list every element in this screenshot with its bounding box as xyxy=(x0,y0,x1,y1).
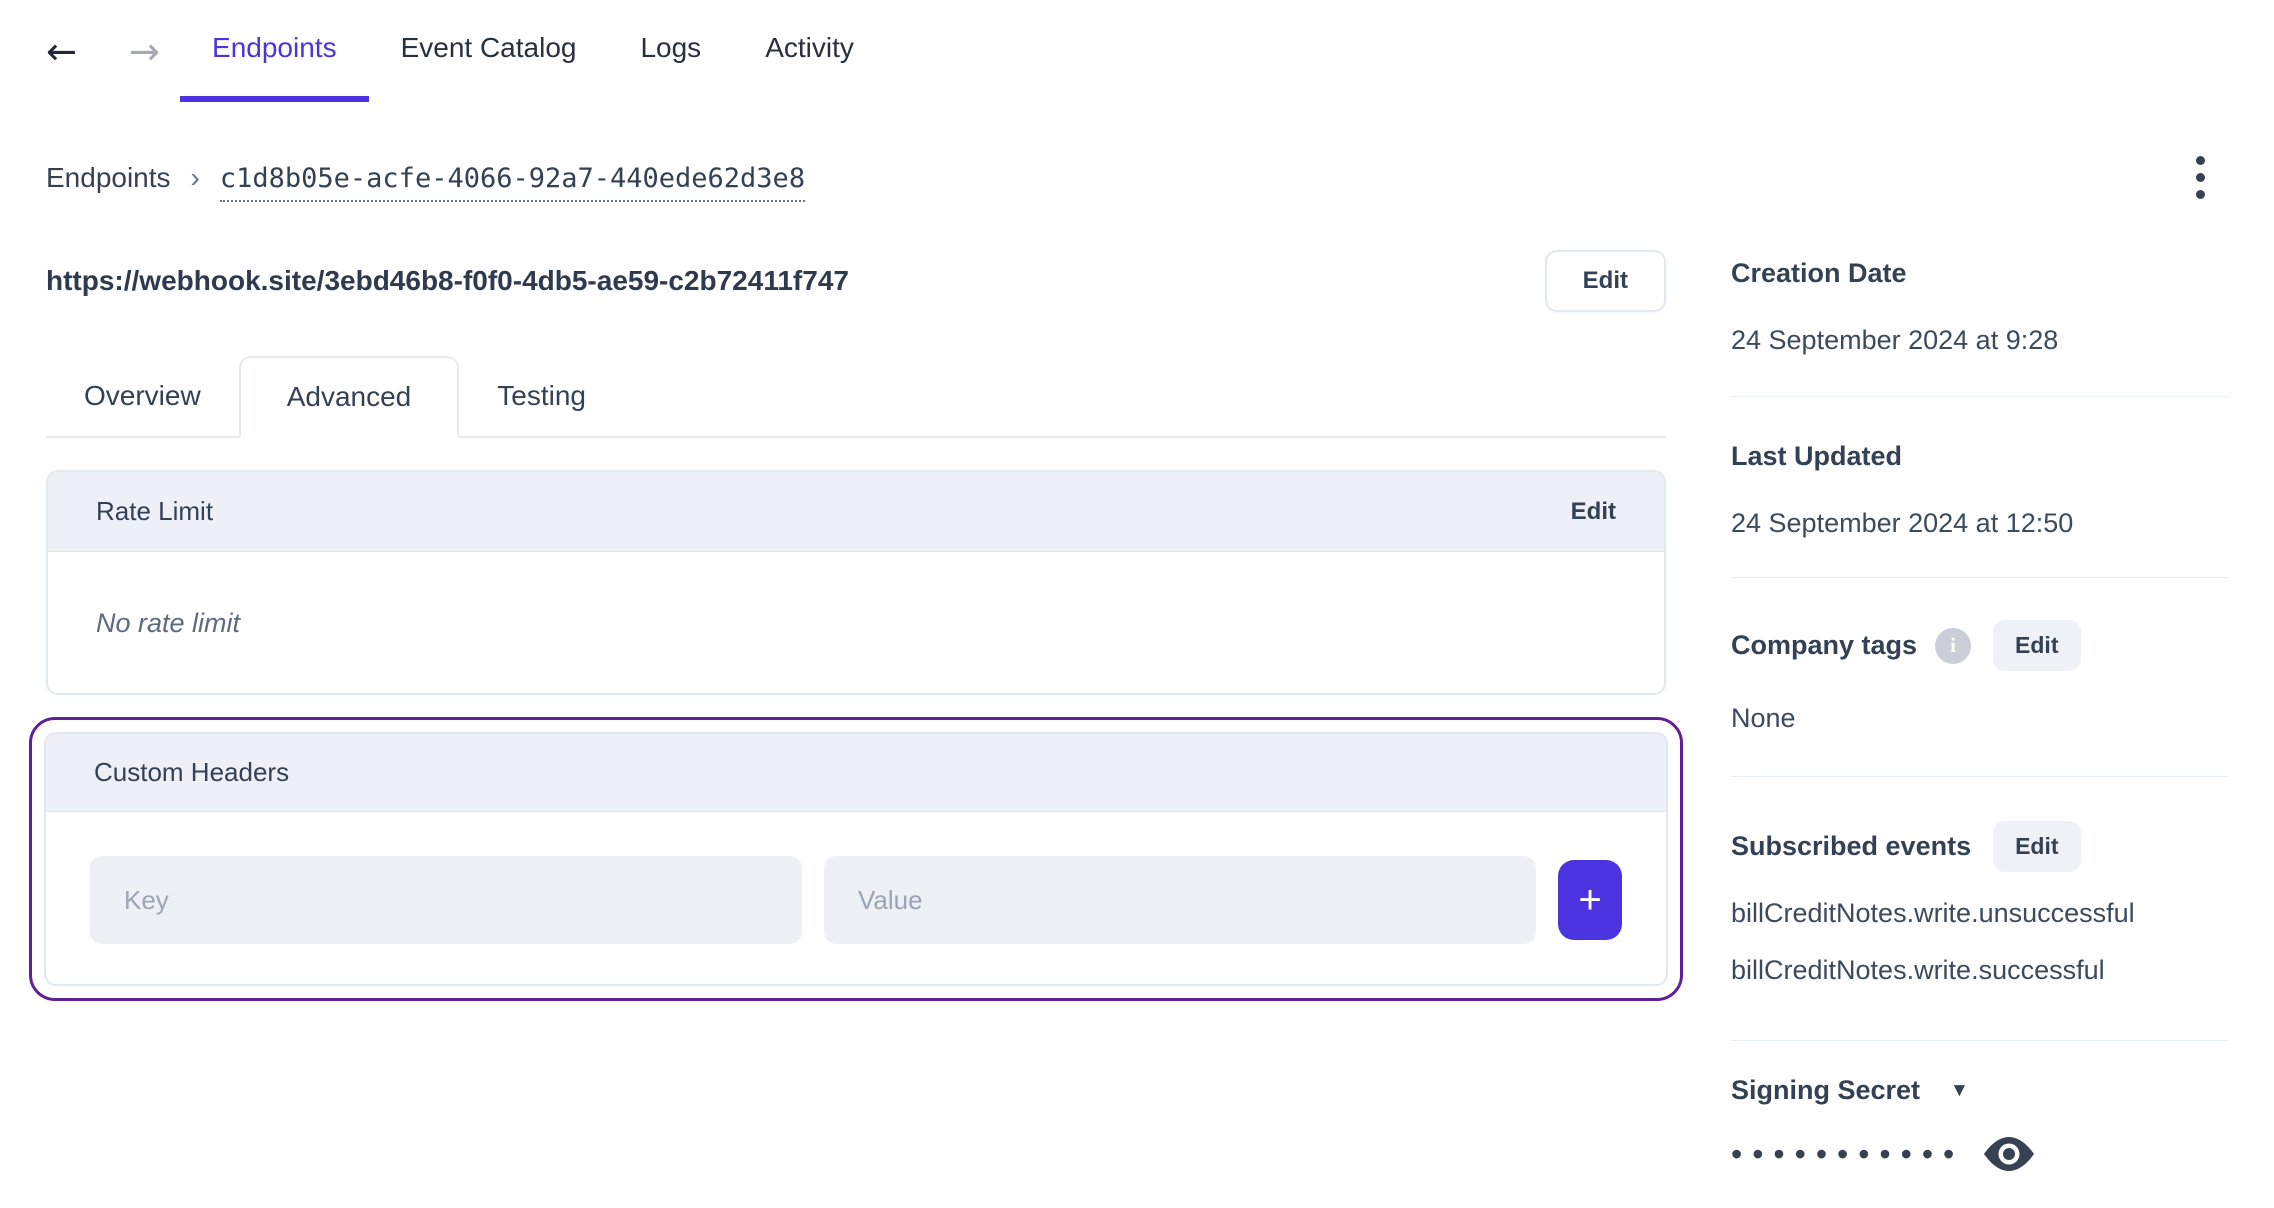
signing-secret-section: Signing Secret ▼ ••••••••••• xyxy=(1731,1041,2228,1172)
tab-testing[interactable]: Testing xyxy=(459,356,624,436)
nav-tab-logs[interactable]: Logs xyxy=(608,0,733,102)
header-value-input[interactable] xyxy=(824,856,1536,944)
subscribed-events-label: Subscribed events xyxy=(1731,831,1972,861)
edit-company-tags-button[interactable]: Edit xyxy=(1993,620,2081,671)
chevron-right-icon: › xyxy=(190,162,200,193)
signing-secret-masked-value: ••••••••••• xyxy=(1731,1136,1965,1172)
creation-date-section: Creation Date 24 September 2024 at 9:28 xyxy=(1731,0,2228,397)
creation-date-value: 24 September 2024 at 9:28 xyxy=(1731,325,2059,355)
endpoint-url: https://webhook.site/3ebd46b8-f0f0-4db5-… xyxy=(46,265,849,296)
nav-tab-activity[interactable]: Activity xyxy=(733,0,886,102)
signing-secret-toggle[interactable]: Signing Secret ▼ xyxy=(1731,1075,1969,1106)
nav-tab-event-catalog[interactable]: Event Catalog xyxy=(369,0,609,102)
details-sidebar: Creation Date 24 September 2024 at 9:28 … xyxy=(1731,0,2228,1172)
custom-headers-highlight: Custom Headers + xyxy=(29,717,1683,1001)
nav-tabs: Endpoints Event Catalog Logs Activity xyxy=(180,0,886,102)
last-updated-value: 24 September 2024 at 12:50 xyxy=(1731,508,2074,538)
back-arrow-icon[interactable]: ← xyxy=(46,33,77,70)
endpoint-url-row: https://webhook.site/3ebd46b8-f0f0-4db5-… xyxy=(46,250,1666,312)
breadcrumb-root[interactable]: Endpoints xyxy=(46,162,171,194)
edit-url-button[interactable]: Edit xyxy=(1544,250,1666,312)
header-key-input[interactable] xyxy=(90,856,802,944)
rate-limit-card: Rate Limit Edit No rate limit xyxy=(46,470,1666,695)
last-updated-label: Last Updated xyxy=(1731,441,1903,471)
nav-tab-endpoints[interactable]: Endpoints xyxy=(180,0,369,102)
creation-date-label: Creation Date xyxy=(1731,258,1907,288)
main-column: ← → Endpoints Event Catalog Logs Activit… xyxy=(29,0,1683,1001)
subscribed-events-row: Subscribed events Edit xyxy=(1731,821,2228,872)
custom-headers-card: Custom Headers + xyxy=(44,732,1668,986)
company-tags-section: Company tags i Edit None xyxy=(1731,578,2228,777)
edit-subscribed-events-button[interactable]: Edit xyxy=(1993,821,2081,872)
breadcrumb: Endpoints › c1d8b05e-acfe-4066-92a7-440e… xyxy=(46,162,1666,202)
rate-limit-title: Rate Limit xyxy=(96,496,214,526)
breadcrumb-endpoint-id[interactable]: c1d8b05e-acfe-4066-92a7-440ede62d3e8 xyxy=(219,163,806,202)
signing-secret-label: Signing Secret xyxy=(1731,1075,1921,1105)
company-tags-value: None xyxy=(1731,703,1796,733)
custom-headers-body: + xyxy=(46,812,1666,984)
edit-rate-limit-button[interactable]: Edit xyxy=(1571,498,1616,526)
plus-icon: + xyxy=(1578,878,1602,922)
subscribed-events-section: Subscribed events Edit billCreditNotes.w… xyxy=(1731,777,2228,1041)
tab-advanced[interactable]: Advanced xyxy=(238,356,460,438)
eye-icon xyxy=(1984,1137,2035,1171)
last-updated-section: Last Updated 24 September 2024 at 12:50 xyxy=(1731,397,2228,578)
subscribed-event-item: billCreditNotes.write.successful xyxy=(1731,955,2105,985)
subscribed-event-item: billCreditNotes.write.unsuccessful xyxy=(1731,898,2135,928)
chevron-down-icon: ▼ xyxy=(1950,1079,1969,1101)
rate-limit-body: No rate limit xyxy=(48,552,1664,693)
info-icon[interactable]: i xyxy=(1935,627,1972,664)
top-navigation: ← → Endpoints Event Catalog Logs Activit… xyxy=(46,0,1666,102)
company-tags-label: Company tags xyxy=(1731,630,1918,660)
forward-arrow-icon[interactable]: → xyxy=(129,33,160,70)
signing-secret-row: ••••••••••• xyxy=(1731,1136,2228,1172)
rate-limit-empty-text: No rate limit xyxy=(96,608,241,638)
add-header-button[interactable]: + xyxy=(1558,860,1622,940)
endpoint-tabs: Overview Advanced Testing xyxy=(46,356,1666,438)
custom-headers-title: Custom Headers xyxy=(94,757,290,787)
reveal-secret-button[interactable] xyxy=(1982,1136,2036,1172)
rate-limit-header: Rate Limit Edit xyxy=(48,472,1664,552)
custom-headers-header: Custom Headers xyxy=(46,734,1666,812)
tab-overview[interactable]: Overview xyxy=(46,356,239,436)
company-tags-row: Company tags i Edit xyxy=(1731,620,2228,671)
